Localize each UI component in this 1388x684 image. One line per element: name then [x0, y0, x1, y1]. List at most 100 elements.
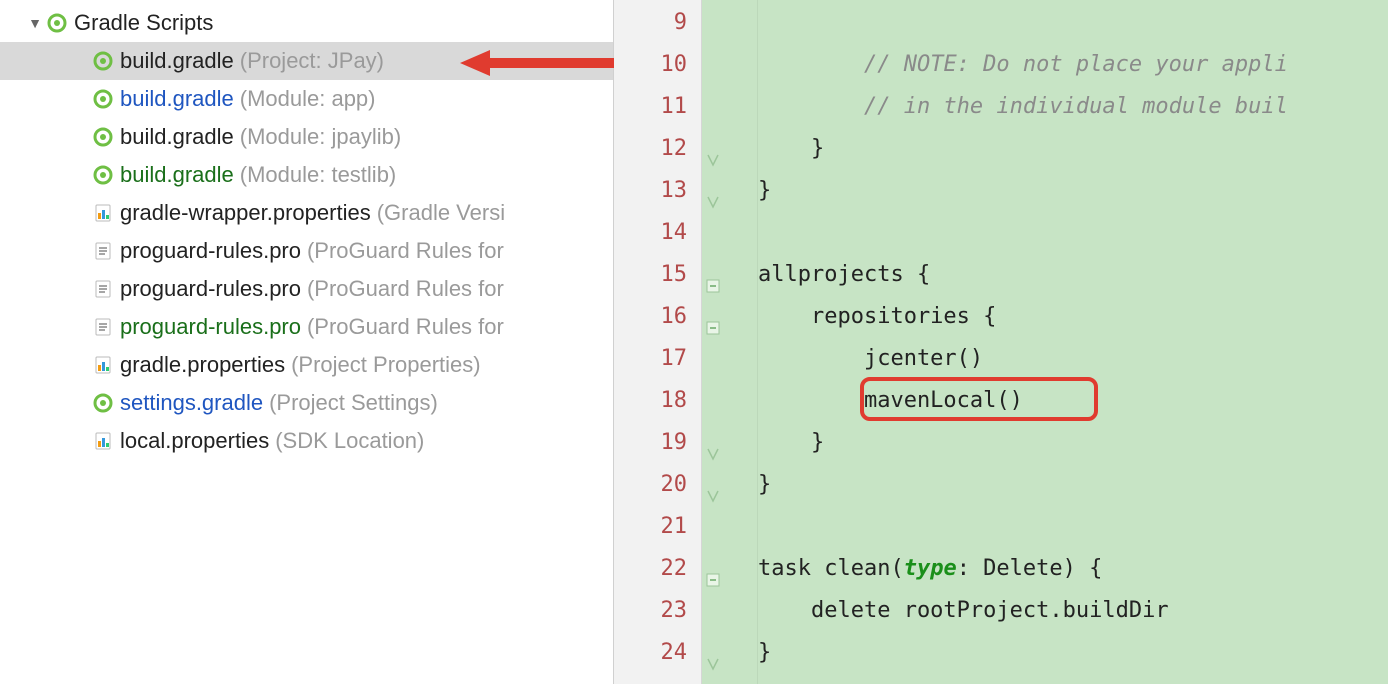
line-number[interactable]: 16 [614, 296, 701, 338]
tree-file-item[interactable]: gradle.properties(Project Properties) [0, 346, 613, 384]
code-token: delete rootProject.buildDir [758, 598, 1169, 623]
fold-close-icon[interactable] [706, 184, 720, 198]
file-context-label: (Project Properties) [291, 352, 481, 378]
tree-file-item[interactable]: gradle-wrapper.properties(Gradle Versi [0, 194, 613, 232]
code-line[interactable]: // NOTE: Do not place your appli [758, 44, 1388, 86]
code-token: mavenLocal() [758, 388, 1023, 413]
code-line[interactable]: // in the individual module buil [758, 86, 1388, 128]
file-context-label: (SDK Location) [275, 428, 424, 454]
line-number[interactable]: 12 [614, 128, 701, 170]
fold-cell [702, 338, 757, 380]
file-context-label: (Project Settings) [269, 390, 438, 416]
fold-cell [702, 212, 757, 254]
tree-file-item[interactable]: build.gradle(Module: jpaylib) [0, 118, 613, 156]
code-line[interactable]: } [758, 632, 1388, 674]
gradle-icon [92, 126, 114, 148]
code-line[interactable]: task clean(type: Delete) { [758, 548, 1388, 590]
tree-file-item[interactable]: proguard-rules.pro(ProGuard Rules for [0, 232, 613, 270]
line-number[interactable]: 20 [614, 464, 701, 506]
code-token: } [758, 472, 771, 497]
code-line[interactable]: allprojects { [758, 254, 1388, 296]
disclosure-triangle-icon[interactable]: ▼ [28, 15, 42, 31]
file-name-label: local.properties [120, 428, 269, 454]
code-area[interactable]: // NOTE: Do not place your appli // in t… [758, 0, 1388, 684]
fold-cell[interactable] [702, 548, 757, 590]
code-token: task clean( [758, 556, 904, 581]
props-color-icon [92, 430, 114, 452]
props-color-icon [92, 354, 114, 376]
fold-cell[interactable] [702, 464, 757, 506]
code-token: } [758, 178, 771, 203]
line-number[interactable]: 13 [614, 170, 701, 212]
fold-close-icon[interactable] [706, 142, 720, 156]
file-context-label: (Project: JPay) [240, 48, 384, 74]
fold-cell [702, 86, 757, 128]
file-name-label: build.gradle [120, 124, 234, 150]
line-number[interactable]: 9 [614, 2, 701, 44]
code-line[interactable]: jcenter() [758, 338, 1388, 380]
gradle-icon [92, 50, 114, 72]
file-name-label: gradle.properties [120, 352, 285, 378]
line-number[interactable]: 17 [614, 338, 701, 380]
file-name-label: build.gradle [120, 86, 234, 112]
code-editor[interactable]: 9101112131415161718192021222324 // NOTE:… [614, 0, 1388, 684]
code-line[interactable] [758, 212, 1388, 254]
line-number[interactable]: 10 [614, 44, 701, 86]
file-context-label: (Module: app) [240, 86, 376, 112]
project-tree-sidebar[interactable]: ▼ Gradle Scripts build.gradle(Project: J… [0, 0, 614, 684]
props-color-icon [92, 202, 114, 224]
fold-close-icon[interactable] [706, 478, 720, 492]
fold-close-icon[interactable] [706, 646, 720, 660]
line-number[interactable]: 11 [614, 86, 701, 128]
line-number[interactable]: 22 [614, 548, 701, 590]
line-number[interactable]: 23 [614, 590, 701, 632]
code-line[interactable] [758, 506, 1388, 548]
code-line[interactable] [758, 2, 1388, 44]
fold-cell[interactable] [702, 254, 757, 296]
file-context-label: (ProGuard Rules for [307, 314, 504, 340]
tree-file-item[interactable]: proguard-rules.pro(ProGuard Rules for [0, 308, 613, 346]
code-line[interactable]: } [758, 128, 1388, 170]
code-token: : Delete) { [957, 556, 1103, 581]
fold-cell [702, 506, 757, 548]
line-number-gutter[interactable]: 9101112131415161718192021222324 [614, 0, 702, 684]
fold-open-icon[interactable] [706, 562, 720, 576]
tree-node-gradle-scripts[interactable]: ▼ Gradle Scripts [0, 4, 613, 42]
line-number[interactable]: 18 [614, 380, 701, 422]
code-line[interactable]: mavenLocal() [758, 380, 1388, 422]
tree-file-item[interactable]: proguard-rules.pro(ProGuard Rules for [0, 270, 613, 308]
code-line[interactable]: } [758, 422, 1388, 464]
tree-file-item[interactable]: build.gradle(Module: app) [0, 80, 613, 118]
tree-file-item[interactable]: settings.gradle(Project Settings) [0, 384, 613, 422]
fold-cell[interactable] [702, 422, 757, 464]
line-number[interactable]: 14 [614, 212, 701, 254]
code-line[interactable]: } [758, 464, 1388, 506]
line-number[interactable]: 21 [614, 506, 701, 548]
code-line[interactable]: } [758, 170, 1388, 212]
fold-cell[interactable] [702, 170, 757, 212]
fold-cell [702, 2, 757, 44]
code-token: jcenter() [758, 346, 983, 371]
line-number[interactable]: 19 [614, 422, 701, 464]
code-line[interactable]: delete rootProject.buildDir [758, 590, 1388, 632]
fold-close-icon[interactable] [706, 436, 720, 450]
fold-cell[interactable] [702, 296, 757, 338]
tree-file-item[interactable]: build.gradle(Project: JPay) [0, 42, 613, 80]
file-context-label: (ProGuard Rules for [307, 276, 504, 302]
line-number[interactable]: 24 [614, 632, 701, 674]
code-token: } [758, 430, 824, 455]
fold-cell [702, 44, 757, 86]
fold-open-icon[interactable] [706, 268, 720, 282]
text-icon [92, 316, 114, 338]
tree-file-item[interactable]: local.properties(SDK Location) [0, 422, 613, 460]
fold-open-icon[interactable] [706, 310, 720, 324]
tree-file-item[interactable]: build.gradle(Module: testlib) [0, 156, 613, 194]
fold-gutter[interactable] [702, 0, 758, 684]
code-line[interactable]: repositories { [758, 296, 1388, 338]
fold-cell[interactable] [702, 632, 757, 674]
line-number[interactable]: 15 [614, 254, 701, 296]
file-context-label: (Module: jpaylib) [240, 124, 401, 150]
fold-cell[interactable] [702, 128, 757, 170]
code-token: type [904, 556, 957, 581]
ide-window: ▼ Gradle Scripts build.gradle(Project: J… [0, 0, 1388, 684]
